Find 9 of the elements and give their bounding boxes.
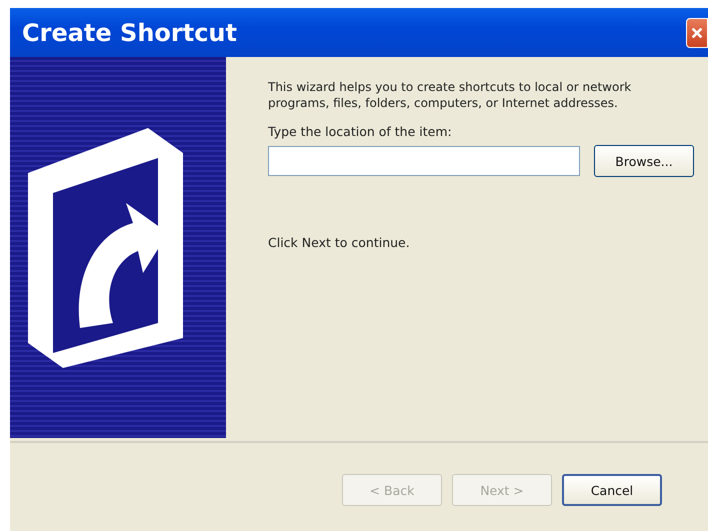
window-title: Create Shortcut (22, 18, 237, 46)
wizard-button[interactable]: Cancel (562, 474, 662, 506)
browse-button[interactable]: Browse... (594, 145, 694, 177)
close-button[interactable] (686, 18, 708, 48)
intro-text: This wizard helps you to create shortcuts to local or network programs, files, folders, computers, or Internet addresses. (268, 79, 632, 111)
close-icon (690, 26, 704, 40)
location-label: Type the location of the item: (268, 124, 453, 139)
location-field[interactable] (268, 146, 580, 176)
hint-text: Click Next to continue. (268, 235, 411, 250)
